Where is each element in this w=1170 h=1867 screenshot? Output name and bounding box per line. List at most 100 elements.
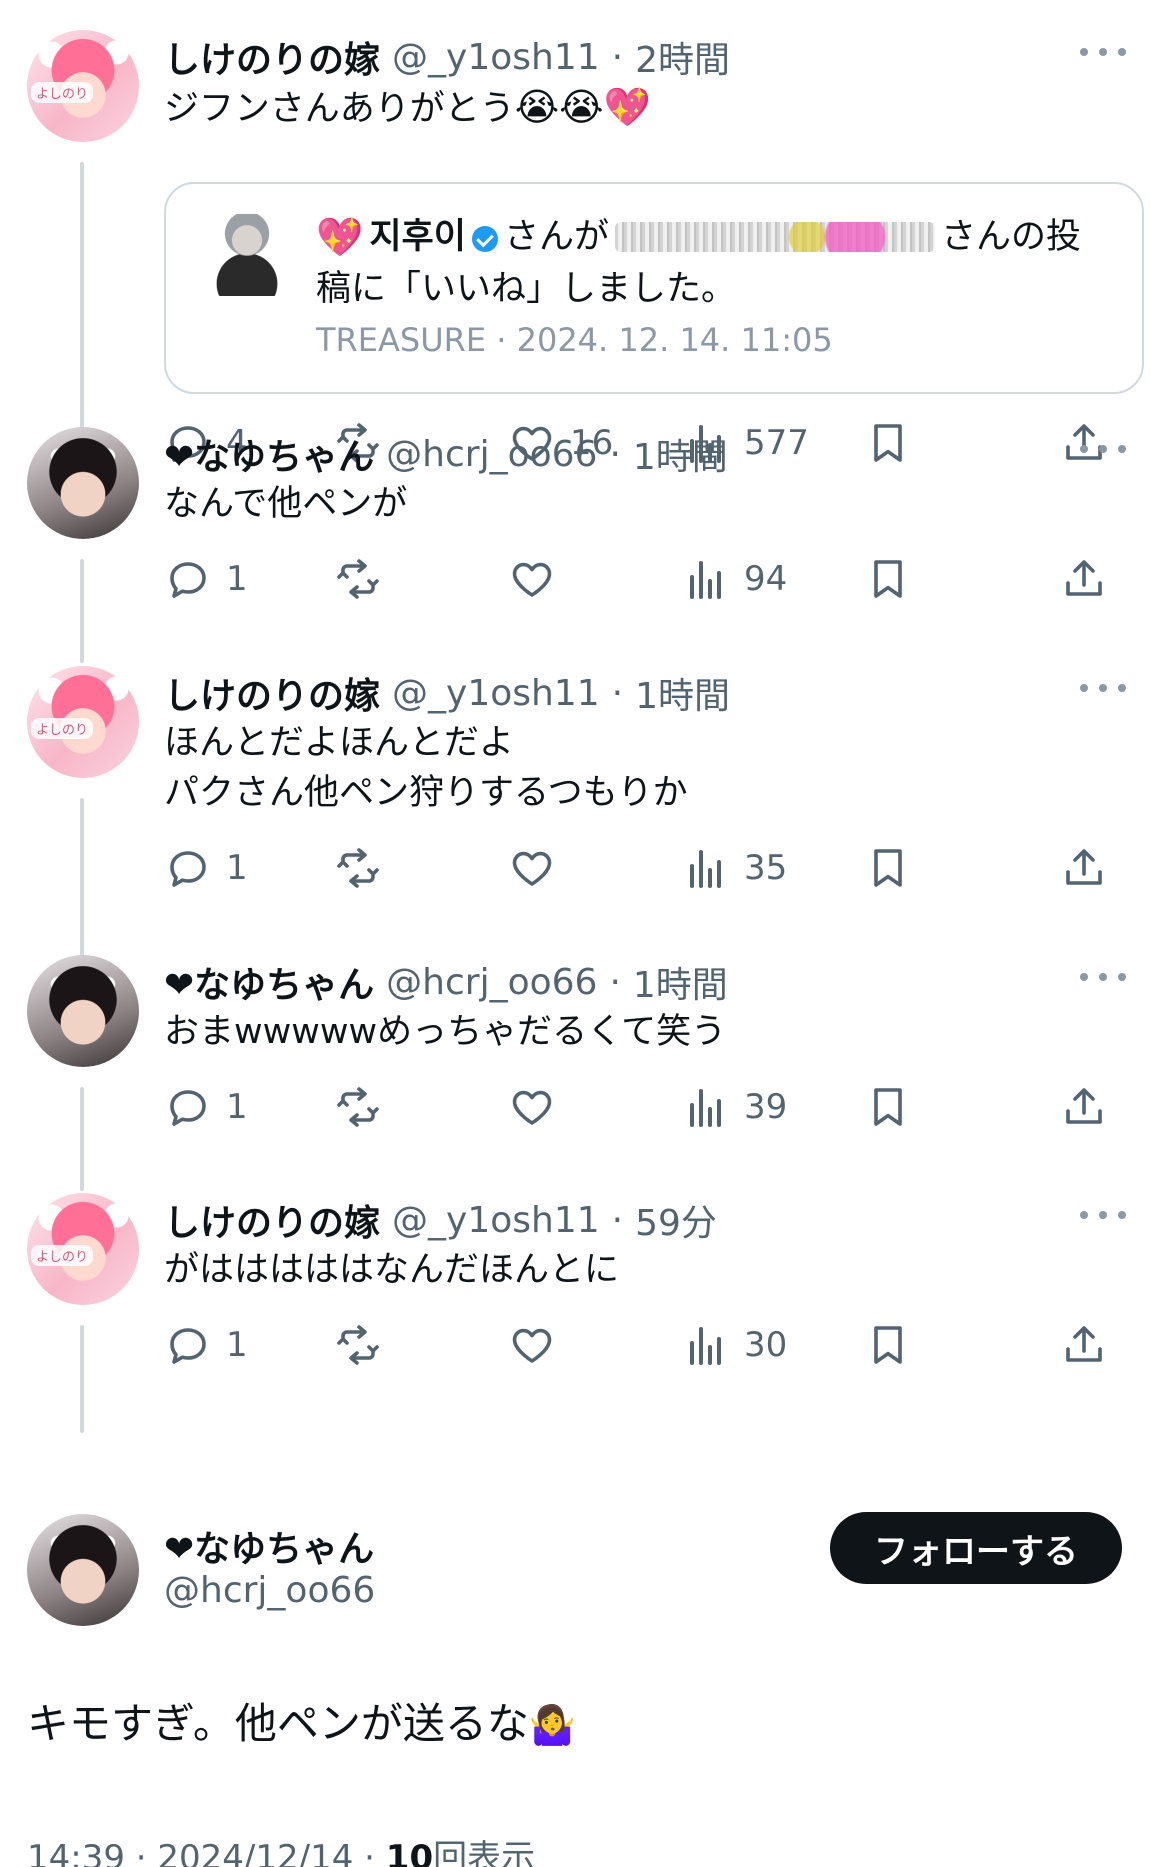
tweet-text: がはははははなんだほんとに xyxy=(164,1245,619,1295)
retweet-button[interactable] xyxy=(334,1077,382,1137)
main-display-name[interactable]: ❤なゆちゃん xyxy=(164,1520,374,1572)
handle[interactable]: @_y1osh11 xyxy=(392,1200,600,1241)
thread-connector xyxy=(80,559,84,663)
follow-button[interactable]: フォローする xyxy=(830,1512,1122,1584)
handle[interactable]: @_y1osh11 xyxy=(392,37,600,78)
emoji-sequence: 😭😭💖 xyxy=(514,85,651,129)
separator-dot: · xyxy=(609,433,621,475)
share-icon xyxy=(1066,1088,1102,1124)
timestamp[interactable]: 1時間 xyxy=(635,667,730,719)
views-button[interactable]: 94 xyxy=(682,549,787,609)
avatar[interactable]: よしのり xyxy=(27,30,139,142)
tweet-header: ❤なゆちゃん @hcrj_oo66 · 1時間 xyxy=(164,955,728,1009)
quoted-meta: TREASURE · 2024. 12. 14. 11:05 xyxy=(316,321,833,359)
tweet-header: しけのりの嫁 @_y1osh11 · 59分 xyxy=(164,1193,717,1247)
bookmark-button[interactable] xyxy=(864,413,912,473)
view-count: 577 xyxy=(744,423,809,463)
views-chart-icon xyxy=(690,561,721,599)
tweet-header: しけのりの嫁 @_y1osh11 · 2時間 xyxy=(164,30,730,84)
like-button[interactable] xyxy=(508,549,570,609)
views-button[interactable]: 30 xyxy=(682,1315,787,1375)
quoted-avatar xyxy=(210,214,284,296)
handle[interactable]: @hcrj_oo66 xyxy=(386,434,597,475)
retweet-button[interactable] xyxy=(334,1315,382,1375)
quoted-headline: 💖 지후이 さんが さんの投 xyxy=(316,212,1081,262)
tweet-text-line: おまwwwwwめっちゃだるくて笑う xyxy=(164,1012,727,1052)
more-options-icon[interactable] xyxy=(1080,965,1126,989)
action-bar: 1 94 xyxy=(164,549,1144,609)
quoted-name: 지후이 xyxy=(369,217,466,257)
bookmark-icon xyxy=(874,1326,902,1364)
timestamp[interactable]: 1時間 xyxy=(633,956,728,1008)
more-options-icon[interactable] xyxy=(1080,40,1126,64)
timestamp[interactable]: 2時間 xyxy=(635,31,730,83)
thread-connector xyxy=(80,1325,84,1433)
avatar-tag: よしのり xyxy=(31,82,94,103)
handle[interactable]: @_y1osh11 xyxy=(392,673,600,714)
tweet-footer-meta: 14:39 · 2024/12/14 · 10回表示 xyxy=(27,1830,535,1867)
reply-icon xyxy=(170,1328,206,1364)
quoted-pre: さんが xyxy=(503,217,609,257)
quoted-card[interactable]: 💖 지후이 さんが さんの投 稿に「いいね」しました。 TREASURE · 2… xyxy=(164,182,1144,394)
avatar[interactable] xyxy=(27,955,139,1067)
share-button[interactable] xyxy=(1060,1315,1108,1375)
quoted-line-2: 稿に「いいね」しました。 xyxy=(316,269,737,309)
action-bar: 1 35 xyxy=(164,838,1144,898)
like-button[interactable] xyxy=(508,838,570,898)
bookmark-icon xyxy=(874,849,902,887)
handle[interactable]: @hcrj_oo66 xyxy=(386,962,597,1003)
reply-icon xyxy=(170,851,206,887)
separator-dot: · xyxy=(609,961,621,1003)
tweet-text-line: なんで他ペンが xyxy=(164,484,408,524)
view-count: 35 xyxy=(744,848,788,888)
separator-dot: · xyxy=(611,1199,624,1241)
timestamp[interactable]: 59分 xyxy=(635,1194,717,1246)
reply-button[interactable]: 1 xyxy=(164,1077,248,1137)
more-options-icon[interactable] xyxy=(1080,676,1126,700)
display-name[interactable]: しけのりの嫁 xyxy=(164,667,380,719)
bookmark-button[interactable] xyxy=(864,1315,912,1375)
more-options-icon[interactable] xyxy=(1080,1203,1126,1227)
avatar[interactable] xyxy=(27,427,139,539)
retweet-button[interactable] xyxy=(334,549,382,609)
like-button[interactable] xyxy=(508,1315,570,1375)
post-timestamp[interactable]: 14:39 · 2024/12/14 · xyxy=(27,1838,386,1867)
retweet-button[interactable] xyxy=(334,838,382,898)
thread-page: よしのり しけのりの嫁 @_y1osh11 · 2時間 ジフンさんありがとう😭😭… xyxy=(0,0,1170,1867)
reply-button[interactable]: 1 xyxy=(164,838,248,898)
reply-button[interactable]: 1 xyxy=(164,1315,248,1375)
separator-dot: · xyxy=(611,672,624,714)
view-count: 39 xyxy=(744,1087,788,1127)
display-name[interactable]: しけのりの嫁 xyxy=(164,31,380,83)
heart-icon xyxy=(512,562,552,597)
bookmark-icon xyxy=(874,1088,902,1126)
avatar[interactable]: よしのり xyxy=(27,666,139,778)
avatar[interactable]: よしのり xyxy=(27,1193,139,1305)
share-button[interactable] xyxy=(1060,1077,1108,1137)
more-options-icon[interactable] xyxy=(1080,437,1126,461)
views-button[interactable]: 39 xyxy=(682,1077,787,1137)
share-icon xyxy=(1066,1326,1102,1362)
thread-connector xyxy=(80,798,84,956)
like-button[interactable] xyxy=(508,1077,570,1137)
quoted-post: さんの投 xyxy=(940,217,1081,257)
bookmark-button[interactable] xyxy=(864,838,912,898)
share-button[interactable] xyxy=(1060,549,1108,609)
display-name[interactable]: しけのりの嫁 xyxy=(164,1194,380,1246)
share-button[interactable] xyxy=(1060,838,1108,898)
display-name[interactable]: ❤なゆちゃん xyxy=(164,956,374,1008)
reply-button[interactable]: 1 xyxy=(164,549,248,609)
timestamp[interactable]: 1時間 xyxy=(633,428,728,480)
main-handle[interactable]: @hcrj_oo66 xyxy=(164,1570,375,1611)
action-bar: 1 39 xyxy=(164,1077,1144,1137)
bookmark-button[interactable] xyxy=(864,1077,912,1137)
views-button[interactable]: 35 xyxy=(682,838,787,898)
tweet-text-line: ほんとだよほんとだよ xyxy=(164,723,515,763)
display-name[interactable]: ❤なゆちゃん xyxy=(164,428,374,480)
thread-connector xyxy=(80,1087,84,1191)
retweet-icon xyxy=(337,1087,379,1127)
main-avatar[interactable] xyxy=(27,1514,139,1626)
bookmark-button[interactable] xyxy=(864,549,912,609)
tweet-text-line: パクさん他ペン狩りするつもりか xyxy=(164,773,688,813)
views-chart-icon xyxy=(690,1327,721,1365)
